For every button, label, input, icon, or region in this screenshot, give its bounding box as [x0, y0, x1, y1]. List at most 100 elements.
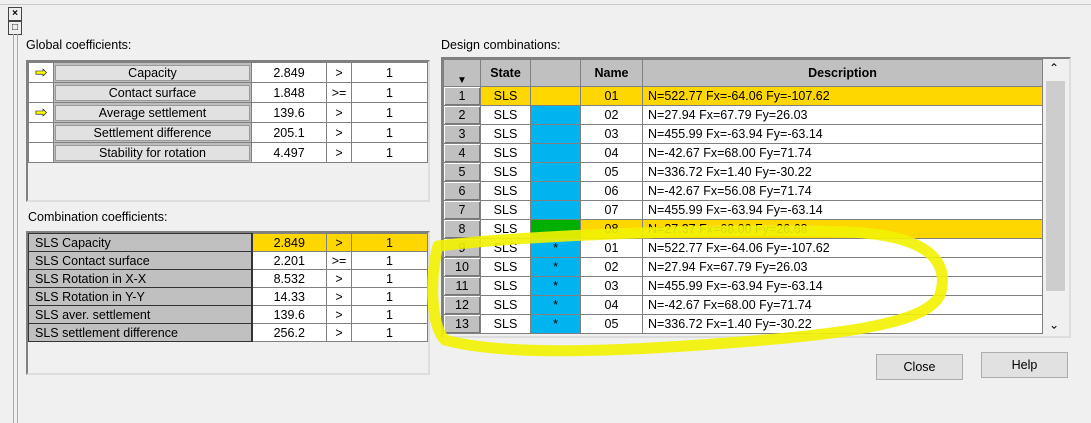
combination-list-row[interactable]: 1 SLS 01 N=522.77 Fx=-64.06 Fy=-107.62 — [443, 86, 1043, 106]
description-cell: N=-42.67 Fx=56.08 Fy=71.74 — [642, 181, 1043, 201]
combination-list-row[interactable]: 13 SLS * 05 N=336.72 Fx=1.40 Fy=-30.22 — [443, 314, 1043, 334]
coefficient-limit: 1 — [351, 82, 428, 103]
description-cell: N=-42.67 Fx=68.00 Fy=71.74 — [642, 295, 1043, 315]
description-cell: N=-42.67 Fx=68.00 Fy=71.74 — [642, 143, 1043, 163]
coefficient-value: 2.201 — [251, 251, 327, 270]
state-cell: SLS — [480, 219, 531, 239]
color-cell — [530, 162, 581, 182]
name-cell: 02 — [580, 105, 643, 125]
splitter-edge — [17, 34, 18, 423]
design-combinations-label: Design combinations: — [441, 38, 561, 52]
coefficient-name-button[interactable]: Average settlement — [55, 104, 250, 121]
coefficient-value: 1.848 — [251, 82, 327, 103]
combination-list-row[interactable]: 3 SLS 03 N=455.99 Fx=-63.94 Fy=-63.14 — [443, 124, 1043, 144]
combination-list-row[interactable]: 6 SLS 06 N=-42.67 Fx=56.08 Fy=71.74 — [443, 181, 1043, 201]
combination-list-row[interactable]: 9 SLS * 01 N=522.77 Fx=-64.06 Fy=-107.62 — [443, 238, 1043, 258]
state-cell: SLS — [480, 162, 531, 182]
close-button[interactable]: Close — [876, 354, 963, 380]
coefficient-op: > — [326, 233, 352, 252]
combination-list-row[interactable]: 5 SLS 05 N=336.72 Fx=1.40 Fy=-30.22 — [443, 162, 1043, 182]
coefficient-limit: 1 — [351, 287, 428, 306]
color-cell — [530, 143, 581, 163]
name-header[interactable]: Name — [580, 59, 643, 87]
combination-coefficients-table: SLS Capacity 2.849 >1 SLS Contact surface 2.… — [26, 231, 430, 375]
row-number: 8 — [443, 219, 481, 239]
coefficient-value: 4.497 — [251, 142, 327, 163]
global-row[interactable]: Stability for rotation 4.497 >1 — [28, 142, 428, 163]
row-number: 9 — [443, 238, 481, 258]
name-cell: 08 — [580, 219, 643, 239]
combination-coefficients-label: Combination coefficients: — [28, 210, 168, 224]
global-row[interactable]: Settlement difference 205.1 >1 — [28, 122, 428, 143]
description-header[interactable]: Description — [642, 59, 1043, 87]
design-combinations-grid: ▼ State Name Description 1 SLS 01 N=522.77 … — [441, 57, 1071, 338]
scrollbar-thumb[interactable] — [1046, 81, 1065, 291]
coefficient-limit: 1 — [351, 269, 428, 288]
color-cell — [530, 105, 581, 125]
name-cell: 02 — [580, 257, 643, 277]
global-coefficients-label: Global coefficients: — [26, 38, 132, 52]
name-cell: 05 — [580, 314, 643, 334]
splitter[interactable] — [13, 34, 14, 423]
row-number: 5 — [443, 162, 481, 182]
combination-row[interactable]: SLS Capacity 2.849 >1 — [28, 233, 428, 252]
sort-header[interactable]: ▼ — [443, 59, 481, 87]
combination-list-row[interactable]: 4 SLS 04 N=-42.67 Fx=68.00 Fy=71.74 — [443, 143, 1043, 163]
vertical-scrollbar[interactable]: ⌃ ⌃ — [1044, 59, 1067, 336]
color-cell: * — [530, 257, 581, 277]
row-marker: ➡ — [28, 102, 54, 123]
color-cell — [530, 219, 581, 239]
state-cell: SLS — [480, 105, 531, 125]
coefficient-op: > — [326, 269, 352, 288]
restore-pane-button[interactable]: □ — [8, 21, 22, 35]
coefficient-value: 139.6 — [251, 102, 327, 123]
state-cell: SLS — [480, 295, 531, 315]
description-cell: N=522.77 Fx=-64.06 Fy=-107.62 — [642, 238, 1043, 258]
coefficient-name: Stability for rotation — [53, 142, 252, 163]
coefficient-name-button[interactable]: Capacity — [55, 64, 250, 81]
coefficient-limit: 1 — [351, 251, 428, 270]
combination-row[interactable]: SLS Contact surface 2.201 >= 1 — [28, 251, 428, 270]
color-header[interactable] — [530, 59, 581, 87]
combination-list-row[interactable]: 10 SLS * 02 N=27.94 Fx=67.79 Fy=26.03 — [443, 257, 1043, 277]
coefficient-value: 8.532 — [251, 269, 327, 288]
close-pane-button[interactable]: × — [8, 7, 22, 21]
state-header[interactable]: State — [480, 59, 531, 87]
combination-list-row[interactable]: 2 SLS 02 N=27.94 Fx=67.79 Fy=26.03 — [443, 105, 1043, 125]
coefficient-name: Average settlement — [53, 102, 252, 123]
combination-row[interactable]: SLS settlement difference 256.2 >1 — [28, 323, 428, 342]
coefficient-name: SLS Rotation in Y-Y — [28, 287, 253, 306]
coefficient-value: 14.33 — [251, 287, 327, 306]
combination-row[interactable]: SLS Rotation in Y-Y 14.33 >1 — [28, 287, 428, 306]
coefficient-name-button[interactable]: Stability for rotation — [55, 144, 250, 161]
coefficient-op: > — [326, 305, 352, 324]
coefficient-name: SLS Capacity — [28, 233, 253, 252]
coefficient-limit: 1 — [351, 142, 428, 163]
combination-row[interactable]: SLS aver. settlement 139.6 >1 — [28, 305, 428, 324]
description-cell: N=27.94 Fx=67.79 Fy=26.03 — [642, 257, 1043, 277]
combination-list-row[interactable]: 11 SLS * 03 N=455.99 Fx=-63.94 Fy=-63.14 — [443, 276, 1043, 296]
coefficient-limit: 1 — [351, 102, 428, 123]
coefficient-name-button[interactable]: Contact surface — [55, 84, 250, 101]
state-cell: SLS — [480, 314, 531, 334]
row-number: 7 — [443, 200, 481, 220]
global-row[interactable]: ➡ Capacity 2.849 >1 — [28, 62, 428, 83]
global-row[interactable]: Contact surface 1.848 >= 1 — [28, 82, 428, 103]
scroll-down-icon[interactable]: ⌃ — [1049, 317, 1059, 331]
name-cell: 04 — [580, 143, 643, 163]
color-cell — [530, 124, 581, 144]
combination-list-row[interactable]: 7 SLS 07 N=455.99 Fx=-63.94 Fy=-63.14 — [443, 200, 1043, 220]
description-cell: N=522.77 Fx=-64.06 Fy=-107.62 — [642, 86, 1043, 106]
description-cell: N=27.94 Fx=67.79 Fy=26.03 — [642, 105, 1043, 125]
help-button[interactable]: Help — [981, 352, 1068, 378]
combination-list-row[interactable]: 12 SLS * 04 N=-42.67 Fx=68.00 Fy=71.74 — [443, 295, 1043, 315]
global-row[interactable]: ➡ Average settlement 139.6 >1 — [28, 102, 428, 123]
combination-row[interactable]: SLS Rotation in X-X 8.532 >1 — [28, 269, 428, 288]
name-cell: 06 — [580, 181, 643, 201]
scroll-up-icon[interactable]: ⌃ — [1049, 61, 1059, 75]
coefficient-name-button[interactable]: Settlement difference — [55, 124, 250, 141]
combination-list-row[interactable]: 8 SLS 08 N=27.37 Fx=68.00 Fy=26.68 — [443, 219, 1043, 239]
coefficient-name: Capacity — [53, 62, 252, 83]
name-cell: 03 — [580, 124, 643, 144]
state-cell: SLS — [480, 257, 531, 277]
